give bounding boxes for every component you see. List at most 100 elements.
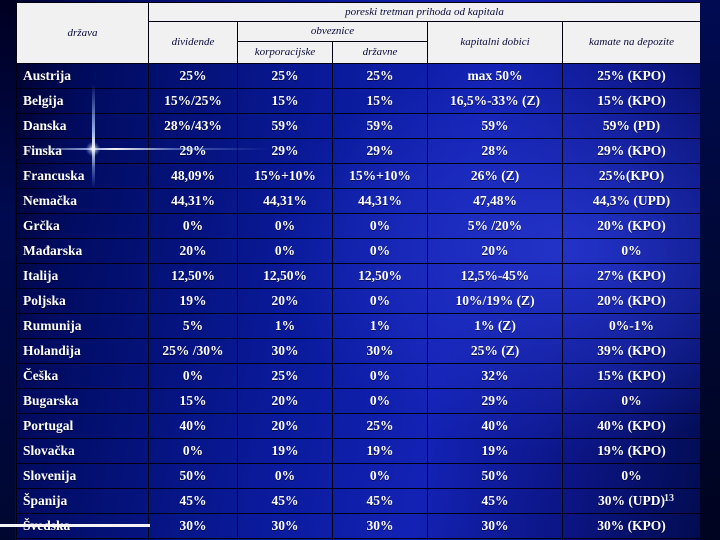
cell-capital-gains: 25% (Z) xyxy=(427,338,563,364)
table-header: država poreski tretman prihoda od kapita… xyxy=(16,2,701,64)
cell-country: Češka xyxy=(16,363,149,389)
cell-country: Belgija xyxy=(16,88,149,114)
header-dividends: dividende xyxy=(148,21,238,64)
cell-deposit-interest: 27% (KPO) xyxy=(562,263,701,289)
cell-deposit-interest: 39% (KPO) xyxy=(562,338,701,364)
cell-bonds-government: 0% xyxy=(332,288,428,314)
cell-dividends: 45% xyxy=(148,488,238,514)
cell-bonds-corporate: 19% xyxy=(237,438,333,464)
cell-country: Slovenija xyxy=(16,463,149,489)
cell-deposit-interest: 59% (PD) xyxy=(562,113,701,139)
cell-capital-gains: 47,48% xyxy=(427,188,563,214)
cell-bonds-corporate: 1% xyxy=(237,313,333,339)
cell-dividends: 28%/43% xyxy=(148,113,238,139)
cell-deposit-interest: 44,3% (UPD) xyxy=(562,188,701,214)
cell-dividends: 25% /30% xyxy=(148,338,238,364)
cell-country: Španija xyxy=(16,488,149,514)
cell-country: Italija xyxy=(16,263,149,289)
cell-dividends: 15% xyxy=(148,388,238,414)
cell-dividends: 44,31% xyxy=(148,188,238,214)
cell-bonds-corporate: 25% xyxy=(237,63,333,89)
cell-bonds-corporate: 25% xyxy=(237,363,333,389)
cell-bonds-corporate: 20% xyxy=(237,413,333,439)
cell-deposit-interest: 0%-1% xyxy=(562,313,701,339)
cell-country: Nemačka xyxy=(16,188,149,214)
cell-dividends: 0% xyxy=(148,438,238,464)
cell-country: Grčka xyxy=(16,213,149,239)
page-number: 13 xyxy=(664,493,674,504)
cell-capital-gains: 19% xyxy=(427,438,563,464)
cell-capital-gains: 12,5%-45% xyxy=(427,263,563,289)
cell-dividends: 5% xyxy=(148,313,238,339)
cell-capital-gains: 26% (Z) xyxy=(427,163,563,189)
cell-bonds-corporate: 59% xyxy=(237,113,333,139)
table-row: Belgija 15%/25% 15% 15% 16,5%-33% (Z) 15% (KP… xyxy=(16,88,701,114)
cell-bonds-corporate: 30% xyxy=(237,338,333,364)
cell-capital-gains: 20% xyxy=(427,238,563,264)
table-row: Danska 28%/43% 59% 59% 59% 59% (PD) xyxy=(16,113,701,139)
cell-capital-gains: 16,5%-33% (Z) xyxy=(427,88,563,114)
cell-dividends: 20% xyxy=(148,238,238,264)
cell-bonds-government: 30% xyxy=(332,338,428,364)
cell-bonds-government: 15% xyxy=(332,88,428,114)
table-row: Poljska 19% 20% 0% 10%/19% (Z) 20% (KPO) xyxy=(16,288,701,314)
header-country: država xyxy=(16,2,149,64)
cell-deposit-interest: 30% (KPO) xyxy=(562,513,701,539)
cell-deposit-interest: 0% xyxy=(562,463,701,489)
cell-deposit-interest: 20% (KPO) xyxy=(562,288,701,314)
cell-bonds-corporate: 15% xyxy=(237,88,333,114)
cell-deposit-interest: 0% xyxy=(562,388,701,414)
cell-bonds-government: 25% xyxy=(332,63,428,89)
cell-capital-gains: 28% xyxy=(427,138,563,164)
right-edge-band xyxy=(700,0,720,540)
table-row: Portugal 40% 20% 25% 40% 40% (KPO) xyxy=(16,413,701,439)
cell-capital-gains: 45% xyxy=(427,488,563,514)
cell-deposit-interest: 25%(KPO) xyxy=(562,163,701,189)
cell-capital-gains: 10%/19% (Z) xyxy=(427,288,563,314)
cell-bonds-government: 44,31% xyxy=(332,188,428,214)
cell-dividends: 12,50% xyxy=(148,263,238,289)
cell-bonds-government: 25% xyxy=(332,413,428,439)
table-row: Francuska 48,09% 15%+10% 15%+10% 26% (Z) 25%(… xyxy=(16,163,701,189)
cell-dividends: 50% xyxy=(148,463,238,489)
cell-deposit-interest: 20% (KPO) xyxy=(562,213,701,239)
cell-bonds-government: 45% xyxy=(332,488,428,514)
header-bonds-corporate: korporacijske xyxy=(237,41,333,64)
cell-bonds-government: 15%+10% xyxy=(332,163,428,189)
cell-deposit-interest: 15% (KPO) xyxy=(562,88,701,114)
cell-country: Rumunija xyxy=(16,313,149,339)
cell-dividends: 30% xyxy=(148,513,238,539)
header-bonds-government: državne xyxy=(332,41,428,64)
cell-country: Mađarska xyxy=(16,238,149,264)
cell-bonds-government: 12,50% xyxy=(332,263,428,289)
cell-bonds-government: 0% xyxy=(332,363,428,389)
table-row: Holandija 25% /30% 30% 30% 25% (Z) 39% (KPO) xyxy=(16,338,701,364)
cell-capital-gains: 59% xyxy=(427,113,563,139)
cell-capital-gains: max 50% xyxy=(427,63,563,89)
cell-capital-gains: 5% /20% xyxy=(427,213,563,239)
table-row: Slovačka 0% 19% 19% 19% 19% (KPO) xyxy=(16,438,701,464)
cell-country: Austrija xyxy=(16,63,149,89)
cell-country: Slovačka xyxy=(16,438,149,464)
cell-bonds-corporate: 29% xyxy=(237,138,333,164)
cell-dividends: 48,09% xyxy=(148,163,238,189)
cell-capital-gains: 29% xyxy=(427,388,563,414)
header-capital-gains: kapitalni dobici xyxy=(427,21,563,64)
cell-dividends: 25% xyxy=(148,63,238,89)
cell-country: Portugal xyxy=(16,413,149,439)
cell-country: Holandija xyxy=(16,338,149,364)
cell-country: Poljska xyxy=(16,288,149,314)
cell-bonds-corporate: 20% xyxy=(237,388,333,414)
cell-bonds-government: 0% xyxy=(332,213,428,239)
cell-deposit-interest: 15% (KPO) xyxy=(562,363,701,389)
cell-bonds-corporate: 12,50% xyxy=(237,263,333,289)
left-edge-band xyxy=(0,0,15,540)
cell-deposit-interest: 0% xyxy=(562,238,701,264)
cell-bonds-government: 0% xyxy=(332,388,428,414)
cell-bonds-government: 0% xyxy=(332,238,428,264)
cell-bonds-corporate: 20% xyxy=(237,288,333,314)
cell-country: Francuska xyxy=(16,163,149,189)
cell-bonds-corporate: 45% xyxy=(237,488,333,514)
cell-deposit-interest: 19% (KPO) xyxy=(562,438,701,464)
table-row: Rumunija 5% 1% 1% 1% (Z) 0%-1% xyxy=(16,313,701,339)
